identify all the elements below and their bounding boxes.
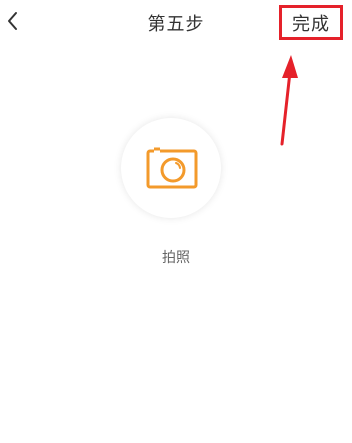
done-button[interactable]: 完成 — [279, 5, 343, 40]
navigation-bar: 第五步 完成 — [0, 0, 352, 46]
take-photo-button[interactable] — [121, 118, 221, 218]
camera-icon — [146, 147, 198, 189]
done-button-label: 完成 — [292, 13, 330, 35]
arrow-up-icon — [280, 55, 298, 146]
take-photo-label: 拍照 — [162, 250, 190, 266]
